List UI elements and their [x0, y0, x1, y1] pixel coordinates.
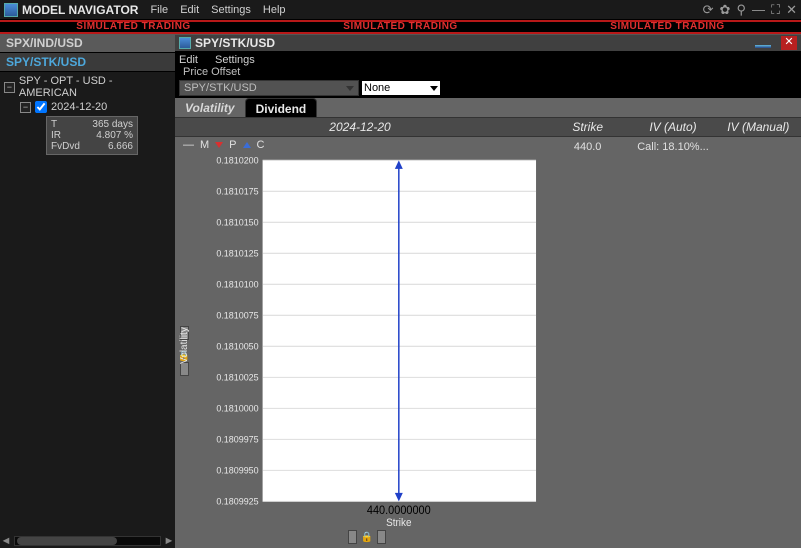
refresh-icon[interactable]: ⟳: [703, 2, 714, 18]
legend-m: M: [200, 139, 209, 151]
cell-iv-manual: [716, 141, 801, 153]
chart-column: 2024-12-20 — M P C Volatility 🔒: [175, 118, 545, 548]
svg-text:0.1809975: 0.1809975: [216, 434, 258, 444]
sidebar: SPX/IND/USD SPY/STK/USD − SPY - OPT - US…: [0, 34, 175, 548]
svg-text:0.1810100: 0.1810100: [216, 279, 258, 289]
panel-titlebar: SPY/STK/USD ✕: [175, 34, 801, 52]
panel-menu-settings[interactable]: Settings: [215, 54, 255, 66]
price-offset-label: Price Offset: [179, 66, 797, 80]
expiry-data-box: T 365 days IR 4.807 % FvDvd 6.666: [46, 116, 138, 155]
tree-child-label: 2024-12-20: [51, 101, 107, 113]
minimize-icon[interactable]: —: [752, 2, 765, 18]
sim-label: SIMULATED TRADING: [0, 21, 267, 32]
close-icon[interactable]: ✕: [786, 2, 797, 18]
svg-text:0.1810175: 0.1810175: [216, 186, 258, 196]
svg-text:0.1810125: 0.1810125: [216, 248, 258, 258]
svg-text:0.1810000: 0.1810000: [216, 403, 258, 413]
panel-minimize-icon[interactable]: [755, 45, 771, 48]
ir-label: IR: [51, 130, 61, 141]
scroll-left-icon[interactable]: ◄: [0, 535, 12, 547]
legend-dash-icon: —: [183, 139, 194, 151]
sim-label: SIMULATED TRADING: [267, 21, 534, 32]
panel-tabs: Volatility Dividend: [175, 98, 801, 118]
tab-dividend[interactable]: Dividend: [245, 98, 318, 117]
col-iv-auto: IV (Auto): [630, 120, 715, 134]
tree: − SPY - OPT - USD - AMERICAN − 2024-12-2…: [0, 72, 175, 157]
side-tab-spy[interactable]: SPY/STK/USD: [0, 53, 175, 72]
info-row[interactable]: 440.0 Call: 18.10%...: [545, 137, 801, 157]
collapse-icon[interactable]: −: [4, 82, 15, 93]
tree-root[interactable]: − SPY - OPT - USD - AMERICAN: [2, 74, 173, 100]
gear-icon[interactable]: ✿: [720, 2, 731, 18]
t-value: 365 days: [92, 119, 133, 130]
scroll-right-icon[interactable]: ►: [163, 535, 175, 547]
tab-volatility[interactable]: Volatility: [175, 98, 245, 117]
lock-icon[interactable]: 🔒: [361, 532, 373, 543]
svg-text:0.1810200: 0.1810200: [216, 155, 258, 165]
combo-value: SPY/STK/USD: [184, 82, 257, 94]
panel-menu-area: Edit Settings Price Offset SPY/STK/USD N…: [175, 52, 801, 98]
triangle-down-icon: [215, 142, 223, 148]
sim-label: SIMULATED TRADING: [534, 21, 801, 32]
chevron-down-icon: [430, 86, 438, 91]
maximize-icon[interactable]: ⛶: [771, 2, 780, 18]
svg-text:0.1810025: 0.1810025: [216, 372, 258, 382]
fv-value: 6.666: [108, 141, 133, 152]
legend-p: P: [229, 139, 236, 151]
offset-select[interactable]: None: [361, 80, 441, 96]
t-label: T: [51, 119, 57, 130]
tree-checkbox[interactable]: [35, 101, 47, 113]
menu-help[interactable]: Help: [263, 4, 286, 16]
col-iv-manual: IV (Manual): [716, 120, 801, 134]
svg-text:0.1809925: 0.1809925: [216, 496, 258, 506]
cell-strike: 440.0: [545, 141, 630, 153]
panel-close-icon[interactable]: ✕: [781, 36, 797, 50]
cell-iv-auto: Call: 18.10%...: [630, 141, 715, 153]
menu-file[interactable]: File: [150, 4, 168, 16]
legend-c: C: [257, 139, 265, 151]
svg-text:0.1810050: 0.1810050: [216, 341, 258, 351]
triangle-up-icon: [243, 142, 251, 148]
x-axis-title: Strike: [386, 518, 412, 528]
svg-text:0.1810075: 0.1810075: [216, 310, 258, 320]
menu-settings[interactable]: Settings: [211, 4, 251, 16]
panel-icon: [179, 37, 191, 49]
work-area: 2024-12-20 — M P C Volatility 🔒: [175, 118, 801, 548]
titlebar: MODEL NAVIGATOR File Edit Settings Help …: [0, 0, 801, 20]
symbol-combo[interactable]: SPY/STK/USD: [179, 80, 359, 96]
sidebar-scrollbar[interactable]: ◄ ►: [0, 534, 175, 548]
side-tab-spx[interactable]: SPX/IND/USD: [0, 34, 175, 53]
menu-edit[interactable]: Edit: [180, 4, 199, 16]
y-axis-title: Volatility: [179, 327, 190, 364]
pin-icon[interactable]: ⚲: [736, 2, 746, 18]
sim-trading-banner: SIMULATED TRADING SIMULATED TRADING SIMU…: [0, 20, 801, 34]
app-icon: [4, 3, 18, 17]
content-panel: SPY/STK/USD ✕ Edit Settings Price Offset…: [175, 34, 801, 548]
panel-title: SPY/STK/USD: [195, 36, 275, 50]
tree-root-label: SPY - OPT - USD - AMERICAN: [19, 75, 171, 99]
app-title: MODEL NAVIGATOR: [22, 3, 138, 17]
col-strike: Strike: [545, 120, 630, 134]
x-tick: 440.0000000: [367, 505, 431, 517]
info-header: Strike IV (Auto) IV (Manual): [545, 118, 801, 137]
chart-legend: — M P C: [175, 137, 545, 153]
window-controls: ⟳ ✿ ⚲ — ⛶ ✕: [703, 2, 797, 18]
chart-date-header: 2024-12-20: [175, 118, 545, 137]
panel-menu-edit[interactable]: Edit: [179, 54, 198, 66]
fv-label: FvDvd: [51, 141, 80, 152]
x-slider[interactable]: 🔒: [193, 530, 541, 544]
collapse-icon[interactable]: −: [20, 102, 31, 113]
info-column: Strike IV (Auto) IV (Manual) 440.0 Call:…: [545, 118, 801, 548]
select-value: None: [364, 82, 390, 94]
volatility-chart: 0.1809925 0.1809950 0.1809975 0.1810000 0.18…: [193, 155, 541, 528]
svg-text:0.1809950: 0.1809950: [216, 465, 258, 475]
ir-value: 4.807 %: [96, 130, 133, 141]
chevron-down-icon: [346, 86, 354, 91]
x-slider-right[interactable]: [377, 530, 386, 544]
svg-text:0.1810150: 0.1810150: [216, 217, 258, 227]
x-slider-left[interactable]: [348, 530, 357, 544]
tree-child[interactable]: − 2024-12-20: [2, 100, 173, 114]
